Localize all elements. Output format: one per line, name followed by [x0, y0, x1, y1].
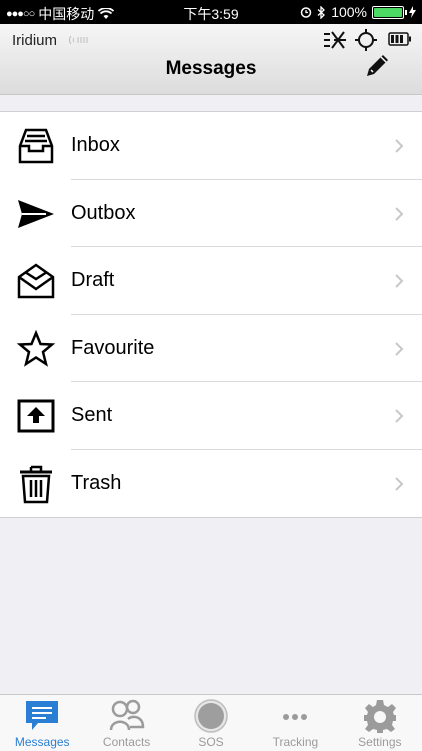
- sos-icon: [194, 699, 228, 733]
- tab-messages[interactable]: Messages: [0, 695, 84, 751]
- folder-label: Draft: [71, 269, 115, 291]
- gear-icon: [363, 700, 396, 733]
- contacts-icon: [109, 699, 144, 731]
- battery-percent: 100%: [331, 4, 367, 20]
- status-bar-right: 100%: [300, 4, 416, 20]
- signal-waves-icon: [68, 35, 88, 45]
- star-icon: [16, 329, 56, 367]
- folder-row-sent[interactable]: Sent: [0, 382, 422, 450]
- trash-icon: [20, 465, 52, 503]
- send-icon: [18, 199, 54, 228]
- folder-label: Sent: [71, 404, 113, 426]
- alarm-icon: [300, 7, 312, 18]
- tab-sos[interactable]: SOS: [169, 695, 253, 751]
- folder-label: Trash: [71, 471, 122, 494]
- tracking-icon: [283, 714, 308, 720]
- chevron-right-icon: [395, 409, 404, 423]
- folder-row-inbox[interactable]: Inbox: [0, 112, 422, 180]
- status-bar: ●●●○○ 中国移动 下午3:59 100%: [0, 0, 422, 24]
- page-title: Messages: [165, 58, 257, 79]
- gps-target-icon: [355, 29, 377, 51]
- tab-label: Tracking: [272, 735, 319, 749]
- tab-settings[interactable]: Settings: [338, 695, 422, 751]
- inbox-icon: [18, 128, 54, 164]
- chevron-right-icon: [395, 139, 404, 153]
- tab-label: Settings: [358, 735, 402, 749]
- tab-contacts[interactable]: Contacts: [84, 695, 168, 751]
- chevron-right-icon: [395, 341, 404, 356]
- folder-list: Inbox Outbox Draft Favourite Sent Trash: [0, 111, 422, 518]
- compose-button[interactable]: [363, 50, 393, 80]
- tab-bar: Messages Contacts SOS Tracking Settings: [0, 694, 422, 751]
- folder-row-favourite[interactable]: Favourite: [0, 315, 422, 382]
- satellite-icon: [324, 31, 346, 49]
- bluetooth-icon: [317, 5, 326, 19]
- folder-row-draft[interactable]: Draft: [0, 247, 422, 315]
- device-battery-icon: [388, 32, 411, 46]
- sent-upload-icon: [17, 399, 55, 433]
- chat-bubble-icon: [26, 701, 59, 730]
- chevron-right-icon: [395, 274, 404, 288]
- battery-icon: [372, 5, 407, 19]
- tab-label: Contacts: [102, 735, 151, 749]
- device-name: Iridium: [12, 32, 58, 49]
- folder-label: Favourite: [71, 336, 155, 359]
- tab-label: Messages: [14, 735, 70, 749]
- charging-icon: [409, 6, 416, 18]
- tab-tracking[interactable]: Tracking: [253, 695, 337, 751]
- folder-label: Inbox: [71, 134, 120, 156]
- navigation-bar: Iridium Messages: [0, 24, 422, 95]
- folder-row-outbox[interactable]: Outbox: [0, 180, 422, 247]
- folder-label: Outbox: [71, 201, 136, 224]
- folder-row-trash[interactable]: Trash: [0, 450, 422, 518]
- tab-label: SOS: [198, 735, 224, 749]
- chevron-right-icon: [395, 476, 404, 491]
- draft-envelope-icon: [17, 263, 55, 299]
- chevron-right-icon: [395, 206, 404, 221]
